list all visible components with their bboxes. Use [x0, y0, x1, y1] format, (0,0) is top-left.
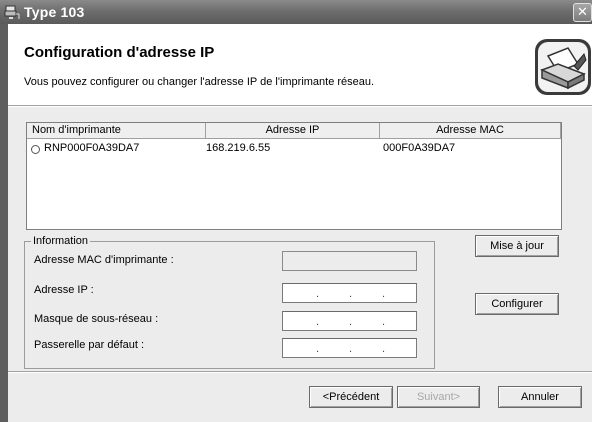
default-gateway-field[interactable]: . . . [282, 338, 417, 358]
printer-ip-cell: 168.219.6.55 [206, 142, 271, 154]
ip-dot: . [349, 343, 353, 355]
ip-address-label: Adresse IP : [34, 284, 94, 296]
cancel-button[interactable]: Annuler [498, 386, 582, 408]
close-button[interactable]: ✕ [573, 3, 592, 22]
ip-dot: . [349, 316, 353, 328]
ip-dot: . [382, 288, 386, 300]
close-icon: ✕ [577, 4, 588, 19]
subnet-mask-octets: . . . [283, 315, 418, 329]
configure-button[interactable]: Configurer [475, 293, 559, 315]
list-header: Nom d'imprimante Adresse IP Adresse MAC [27, 123, 561, 139]
window-title: Type 103 [24, 4, 85, 20]
subnet-mask-label: Masque de sous-réseau : [34, 313, 159, 325]
ip-address-octets: . . . [283, 287, 418, 301]
printer-name-cell: RNP000F0A39DA7 [44, 142, 140, 154]
ip-dot: . [349, 288, 353, 300]
previous-button[interactable]: <Précédent [309, 386, 393, 408]
printer-mac-cell: 000F0A39DA7 [383, 142, 456, 154]
printer-select-radio[interactable] [31, 145, 40, 154]
page-subtitle: Vous pouvez configurer ou changer l'adre… [24, 76, 375, 88]
ip-address-field[interactable]: . . . [282, 283, 417, 303]
ip-dot: . [316, 288, 320, 300]
subnet-mask-field[interactable]: . . . [282, 311, 417, 331]
ip-dot: . [316, 343, 320, 355]
page-title: Configuration d'adresse IP [24, 44, 215, 61]
column-header-ip-address[interactable]: Adresse IP [206, 123, 380, 139]
window-left-edge [0, 24, 8, 422]
mac-address-label: Adresse MAC d'imprimante : [34, 254, 174, 266]
information-group: Information Adresse MAC d'imprimante : A… [24, 235, 435, 369]
refresh-button[interactable]: Mise à jour [475, 235, 559, 257]
default-gateway-octets: . . . [283, 342, 418, 356]
information-legend: Information [31, 235, 91, 247]
ip-dot: . [382, 316, 386, 328]
ip-dot: . [382, 343, 386, 355]
dialog-body: Nom d'imprimante Adresse IP Adresse MAC … [8, 107, 592, 422]
column-header-printer-name[interactable]: Nom d'imprimante [27, 123, 206, 139]
mac-address-field [282, 251, 417, 271]
printer-icon [535, 39, 591, 95]
column-header-mac-address[interactable]: Adresse MAC [380, 123, 561, 139]
list-item[interactable]: RNP000F0A39DA7 168.219.6.55 000F0A39DA7 [27, 140, 561, 156]
title-bar: Type 103 ✕ [0, 0, 592, 24]
wizard-header: Configuration d'adresse IP Vous pouvez c… [8, 24, 592, 106]
printer-network-icon [4, 5, 20, 19]
printer-list[interactable]: Nom d'imprimante Adresse IP Adresse MAC … [26, 122, 562, 230]
footer-separator [8, 371, 592, 373]
ip-dot: . [316, 316, 320, 328]
next-button[interactable]: Suivant> [397, 386, 480, 408]
default-gateway-label: Passerelle par défaut : [34, 339, 145, 351]
